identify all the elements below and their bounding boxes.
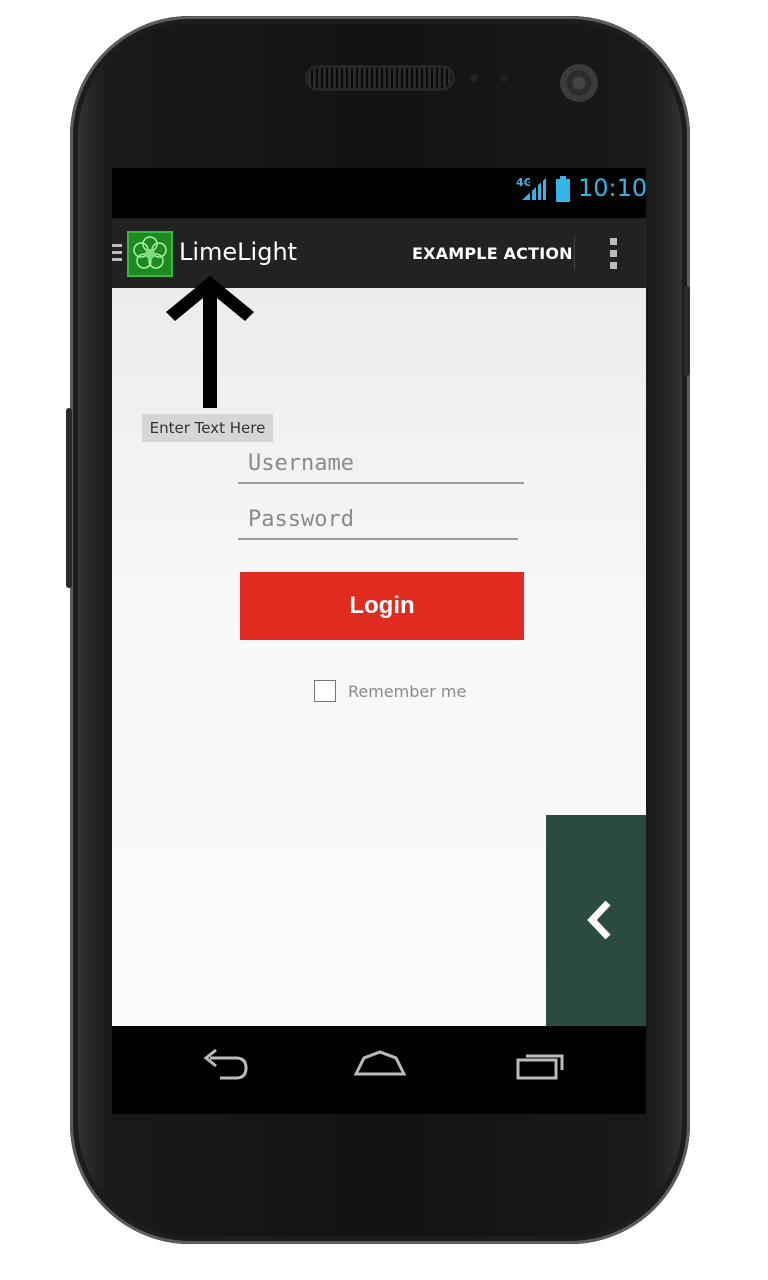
home-icon[interactable] bbox=[352, 1046, 408, 1086]
more-vertical-icon[interactable] bbox=[610, 238, 618, 270]
remember-checkbox[interactable] bbox=[314, 680, 336, 702]
battery-icon bbox=[556, 176, 570, 202]
hint-tooltip: Enter Text Here bbox=[142, 414, 273, 442]
password-field[interactable] bbox=[238, 500, 518, 540]
app-logo[interactable] bbox=[127, 231, 173, 277]
signal-icon bbox=[522, 178, 546, 200]
clover-flower-icon bbox=[133, 236, 167, 269]
earpiece-speaker bbox=[308, 68, 452, 88]
volume-button bbox=[66, 408, 72, 588]
phone-screen: 4G 10:10 LimeLight EXAMPLE ACTION Enter … bbox=[112, 168, 646, 1026]
power-button bbox=[684, 286, 690, 376]
remember-label: Remember me bbox=[348, 682, 467, 701]
light-sensor bbox=[498, 72, 510, 84]
login-content: Enter Text Here Login Remember me bbox=[112, 276, 646, 1026]
app-title: LimeLight bbox=[179, 238, 298, 266]
arrow-up-icon bbox=[166, 276, 254, 408]
status-bar: 4G 10:10 bbox=[112, 168, 646, 218]
example-action-button[interactable]: EXAMPLE ACTION bbox=[412, 244, 573, 263]
chevron-left-icon bbox=[587, 901, 611, 939]
side-panel-toggle[interactable] bbox=[546, 815, 646, 1026]
recent-apps-icon[interactable] bbox=[514, 1046, 570, 1086]
navigation-bar bbox=[112, 1026, 646, 1114]
clock: 10:10 bbox=[578, 174, 646, 202]
proximity-sensor bbox=[468, 72, 480, 84]
drawer-menu-icon[interactable] bbox=[112, 242, 122, 264]
username-field[interactable] bbox=[238, 444, 524, 484]
back-icon[interactable] bbox=[196, 1046, 252, 1086]
action-divider bbox=[574, 236, 575, 270]
front-camera bbox=[560, 64, 598, 102]
login-button[interactable]: Login bbox=[240, 572, 524, 640]
